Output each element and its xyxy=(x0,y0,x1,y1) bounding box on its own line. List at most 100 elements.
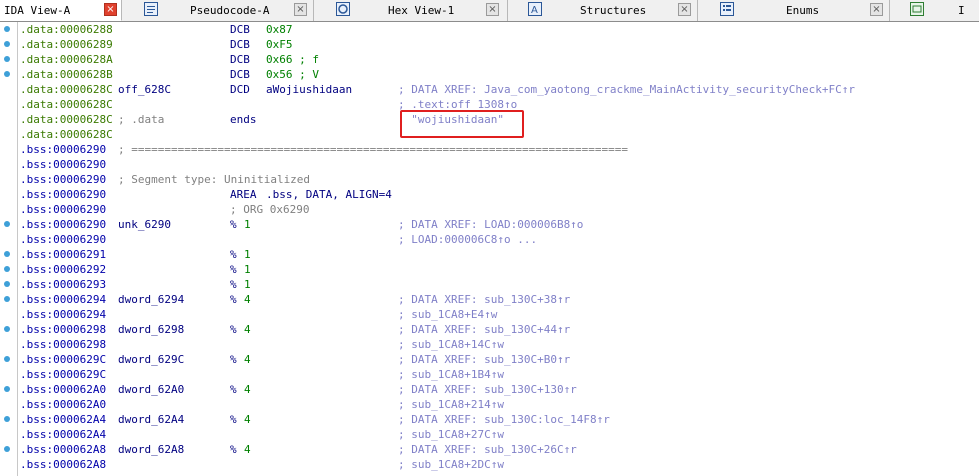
mnemonic: % xyxy=(230,353,237,366)
breakpoint-dot-icon[interactable] xyxy=(4,251,10,257)
symbol-name: dword_62A4 xyxy=(118,413,185,426)
address: .bss:000062A4 xyxy=(20,428,107,441)
listing-line[interactable]: .bss:00006294 dword_6294% ; DATA XREF: sub… xyxy=(0,292,979,307)
imports-icon xyxy=(910,2,924,16)
breakpoint-dot-icon[interactable] xyxy=(4,416,10,422)
breakpoint-dot-icon[interactable] xyxy=(4,41,10,47)
mnemonic: AREA xyxy=(230,188,257,201)
breakpoint-dot-icon[interactable] xyxy=(4,446,10,452)
breakpoint-dot-icon[interactable] xyxy=(4,56,10,62)
close-icon[interactable]: × xyxy=(294,3,307,16)
listing-line[interactable]: .bss:000062A8 ; sub_1CA8+2DC↑w xyxy=(0,457,979,472)
listing-line[interactable]: .bss:000062A4 dword_62A4% ; DATA XREF: sub… xyxy=(0,412,979,427)
listing-line[interactable]: .data:0000628B DCB 0x56 ; V xyxy=(0,67,979,82)
mnemonic: % xyxy=(230,413,237,426)
address: .bss:0000629C xyxy=(20,368,107,381)
operand: 1 xyxy=(244,248,251,261)
address: .data:0000628C xyxy=(20,98,113,111)
breakpoint-dot-icon[interactable] xyxy=(4,26,10,32)
address: .data:0000628C xyxy=(20,83,113,96)
mnemonic: DCB xyxy=(230,53,250,66)
tab-structures[interactable]: A Structures × xyxy=(508,0,698,21)
operand: 4 xyxy=(244,413,251,426)
listing-line[interactable]: .bss:00006292% 1 xyxy=(0,262,979,277)
address: .bss:000062A4 xyxy=(20,413,107,426)
breakpoint-dot-icon[interactable] xyxy=(4,221,10,227)
address: .bss:00006290 xyxy=(20,158,107,171)
comment: ; DATA XREF: LOAD:000006B8↑o xyxy=(398,218,584,231)
close-icon[interactable]: × xyxy=(870,3,883,16)
operand: 1 xyxy=(244,278,251,291)
operand: 4 xyxy=(244,323,251,336)
address: .bss:00006292 xyxy=(20,263,107,276)
listing-line[interactable]: .data:0000628C off_628C DCD ; DATA XREF: Ja… xyxy=(0,82,979,97)
operand: 4 xyxy=(244,293,251,306)
listing-line[interactable]: .bss:00006290 ; Segment type: Uninitializ… xyxy=(0,172,979,187)
address: .bss:00006294 xyxy=(20,293,107,306)
address: .data:00006289 xyxy=(20,38,113,51)
address: .bss:000062A0 xyxy=(20,383,107,396)
mnemonic: % xyxy=(230,443,237,456)
breakpoint-dot-icon[interactable] xyxy=(4,296,10,302)
comment: ; sub_1CA8+2DC↑w xyxy=(398,458,504,471)
tab-label: Pseudocode-A xyxy=(190,4,270,17)
mnemonic: DCB xyxy=(230,38,250,51)
disassembly-listing[interactable]: .data:00006288 DCB 0x87 .data:00006289 DCB 0x… xyxy=(0,22,979,476)
tab-enums[interactable]: Enums × xyxy=(698,0,890,21)
operand: 4 xyxy=(244,443,251,456)
hex-view-icon xyxy=(336,2,350,16)
listing-line[interactable]: .bss:000062A0 ; sub_1CA8+214↑w xyxy=(0,397,979,412)
listing-line[interactable]: .bss:00006294 ; sub_1CA8+E4↑w xyxy=(0,307,979,322)
listing-line[interactable]: .bss:00006290 ; ORG 0x6290 xyxy=(0,202,979,217)
mnemonic: DCB xyxy=(230,68,250,81)
mnemonic: ends xyxy=(230,113,257,126)
tab-hex-view-1[interactable]: Hex View-1 × xyxy=(314,0,508,21)
symbol-name: dword_62A8 xyxy=(118,443,185,456)
tab-imports[interactable]: I xyxy=(890,0,979,21)
close-icon[interactable]: × xyxy=(486,3,499,16)
listing-line[interactable]: .bss:00006291% 1 xyxy=(0,247,979,262)
listing-line[interactable]: .bss:00006293% 1 xyxy=(0,277,979,292)
listing-line[interactable]: .data:00006288 DCB 0x87 xyxy=(0,22,979,37)
symbol-name: ; ======================================… xyxy=(118,143,628,156)
mnemonic: DCB xyxy=(230,23,250,36)
listing-line[interactable]: .bss:0000629C ; sub_1CA8+1B4↑w xyxy=(0,367,979,382)
close-icon[interactable]: × xyxy=(104,3,117,16)
address: .data:0000628B xyxy=(20,68,113,81)
mnemonic: % xyxy=(230,218,237,231)
address: .data:0000628C xyxy=(20,113,113,126)
mnemonic: % xyxy=(230,383,237,396)
breakpoint-dot-icon[interactable] xyxy=(4,266,10,272)
listing-line[interactable]: .bss:00006290 AREA .bss, DATA, ALIGN=4 xyxy=(0,187,979,202)
symbol-name: off_628C xyxy=(118,83,171,96)
symbol-name: unk_6290 xyxy=(118,218,171,231)
listing-line[interactable]: .bss:0000629C dword_629C% ; DATA XREF: sub… xyxy=(0,352,979,367)
mnemonic: % xyxy=(230,323,237,336)
listing-line[interactable]: .bss:00006290 ; =========================… xyxy=(0,142,979,157)
mnemonic: % xyxy=(230,248,237,261)
breakpoint-dot-icon[interactable] xyxy=(4,326,10,332)
listing-line[interactable]: .bss:00006298 dword_6298% ; DATA XREF: sub… xyxy=(0,322,979,337)
listing-line[interactable]: .data:0000628A DCB 0x66 ; f xyxy=(0,52,979,67)
breakpoint-dot-icon[interactable] xyxy=(4,386,10,392)
comment: ; DATA XREF: Java_com_yaotong_crackme_Ma… xyxy=(398,83,855,96)
listing-line[interactable]: .bss:00006290 unk_6290% ; DATA XREF: LOAD:… xyxy=(0,217,979,232)
breakpoint-dot-icon[interactable] xyxy=(4,71,10,77)
breakpoint-dot-icon[interactable] xyxy=(4,281,10,287)
listing-line[interactable]: .bss:000062A0 dword_62A0% ; DATA XREF: sub… xyxy=(0,382,979,397)
comment: ; DATA XREF: sub_130C+130↑r xyxy=(398,383,577,396)
comment: ; sub_1CA8+E4↑w xyxy=(398,308,498,321)
listing-line[interactable]: .bss:000062A8 dword_62A8% ; DATA XREF: sub… xyxy=(0,442,979,457)
tab-ida-view-a[interactable]: IDA View-A × xyxy=(0,0,122,21)
listing-line[interactable]: .data:00006289 DCB 0xF5 xyxy=(0,37,979,52)
listing-line[interactable]: .bss:00006298 ; sub_1CA8+14C↑w xyxy=(0,337,979,352)
listing-line[interactable]: .bss:000062A4 ; sub_1CA8+27C↑w xyxy=(0,427,979,442)
listing-line[interactable]: .bss:00006290 xyxy=(0,157,979,172)
close-icon[interactable]: × xyxy=(678,3,691,16)
operand: 0x56 ; V xyxy=(266,68,319,81)
address: .bss:00006290 xyxy=(20,188,107,201)
listing-line[interactable]: .bss:00006290 ; LOAD:000006C8↑o ... xyxy=(0,232,979,247)
address: .bss:00006290 xyxy=(20,173,107,186)
breakpoint-dot-icon[interactable] xyxy=(4,356,10,362)
tab-pseudocode-a[interactable]: Pseudocode-A × xyxy=(122,0,314,21)
